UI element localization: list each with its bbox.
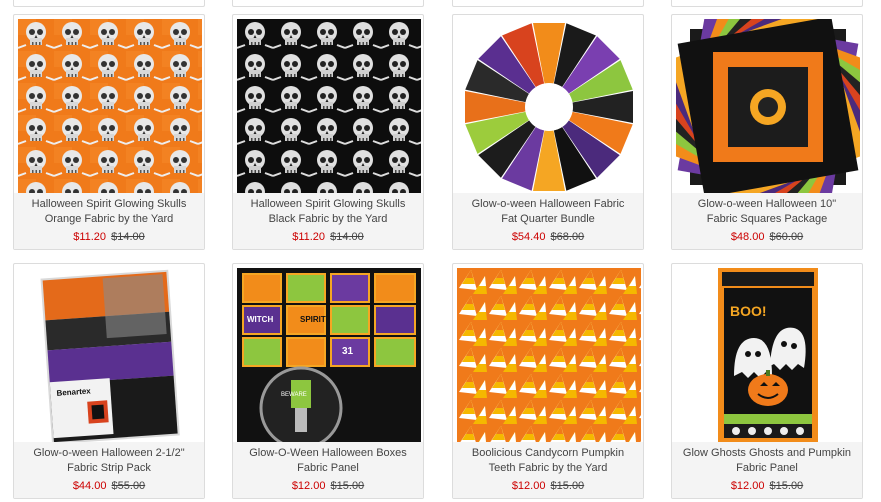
original-price: $68.00	[550, 231, 585, 243]
product-card[interactable]: Benartex Glow-o-ween Halloween 2-1/2" Fa…	[13, 263, 205, 499]
boo-text: BOO!	[730, 303, 767, 319]
box-label: 31	[342, 346, 354, 357]
product-title[interactable]: Halloween Spirit Glowing Skulls Orange F…	[14, 193, 204, 227]
product-title[interactable]: Glow Ghosts Ghosts and Pumpkin Fabric Pa…	[672, 442, 862, 476]
detail-text: BEWARE	[281, 392, 307, 398]
product-image-fat-quarter-bundle[interactable]	[457, 19, 641, 193]
product-title[interactable]: Glow-O-Ween Halloween Boxes Fabric Panel	[233, 442, 423, 476]
product-card[interactable]: SPIRIT WITCH 31 BEWARE Glow-O-Ween Hallo…	[232, 263, 424, 499]
sale-price: $12.00	[730, 480, 765, 492]
product-image-orange-skulls[interactable]	[18, 19, 202, 193]
product-image-candycorn[interactable]	[457, 268, 641, 442]
sale-price: $11.20	[292, 231, 326, 243]
original-price: $15.00	[769, 480, 804, 492]
product-price: $12.00 $15.00	[233, 479, 423, 493]
box-label: WITCH	[247, 315, 273, 324]
sale-price: $11.20	[73, 231, 107, 243]
product-title[interactable]: Glow-o-ween Halloween 2-1/2" Fabric Stri…	[14, 442, 204, 476]
product-card[interactable]: Halloween Spirit Glowing Skulls Black Fa…	[232, 14, 424, 250]
product-image-black-skulls[interactable]	[237, 19, 421, 193]
product-price: $44.00 $55.00	[14, 479, 204, 493]
sale-price: $12.00	[291, 480, 326, 492]
original-price: $14.00	[330, 231, 364, 243]
product-image-boxes-panel[interactable]: SPIRIT WITCH 31 BEWARE	[237, 268, 421, 442]
product-card[interactable]: BOO! Glow Ghosts Ghosts and Pumpkin Fabr…	[671, 263, 863, 499]
product-price: $11.20 $14.00	[14, 230, 204, 244]
previous-row-card-stub	[232, 0, 424, 7]
product-title[interactable]: Boolicious Candycorn Pumpkin Teeth Fabri…	[453, 442, 643, 476]
original-price: $55.00	[111, 480, 146, 492]
product-card[interactable]: Halloween Spirit Glowing Skulls Orange F…	[13, 14, 205, 250]
product-image-ghosts-pumpkin[interactable]: BOO!	[676, 268, 860, 442]
previous-row-card-stub	[671, 0, 863, 7]
product-price: $48.00 $60.00	[672, 230, 862, 244]
product-image-strip-pack[interactable]: Benartex	[18, 268, 202, 442]
product-card[interactable]: Glow-o-ween Halloween 10" Fabric Squares…	[671, 14, 863, 250]
product-title[interactable]: Glow-o-ween Halloween 10" Fabric Squares…	[672, 193, 862, 227]
box-label: SPIRIT	[300, 315, 326, 324]
product-card[interactable]: Glow-o-ween Halloween Fabric Fat Quarter…	[452, 14, 644, 250]
sale-price: $12.00	[511, 480, 546, 492]
product-price: $54.40 $68.00	[453, 230, 643, 244]
original-price: $15.00	[550, 480, 585, 492]
original-price: $15.00	[330, 480, 365, 492]
product-price: $12.00 $15.00	[453, 479, 643, 493]
product-title[interactable]: Glow-o-ween Halloween Fabric Fat Quarter…	[453, 193, 643, 227]
sale-price: $48.00	[730, 231, 765, 243]
product-price: $11.20 $14.00	[233, 230, 423, 244]
product-image-fabric-squares[interactable]	[676, 19, 860, 193]
product-price: $12.00 $15.00	[672, 479, 862, 493]
previous-row-card-stub	[13, 0, 205, 7]
sale-price: $44.00	[72, 480, 107, 492]
previous-row-card-stub	[452, 0, 644, 7]
original-price: $60.00	[769, 231, 804, 243]
sale-price: $54.40	[511, 231, 546, 243]
product-title[interactable]: Halloween Spirit Glowing Skulls Black Fa…	[233, 193, 423, 227]
product-card[interactable]: Boolicious Candycorn Pumpkin Teeth Fabri…	[452, 263, 644, 499]
original-price: $14.00	[111, 231, 145, 243]
